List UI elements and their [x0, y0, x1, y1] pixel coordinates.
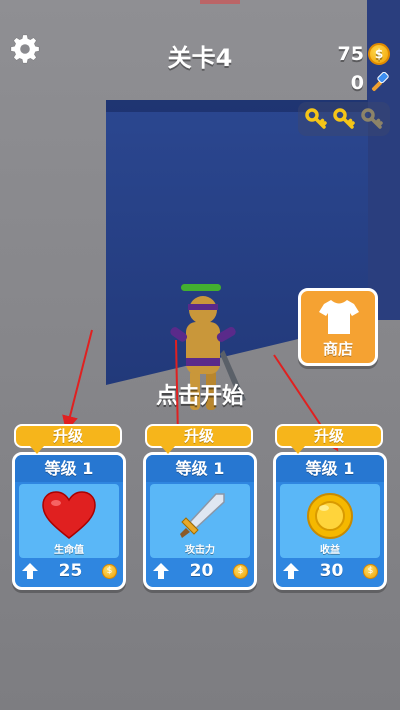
- coin-icon: [307, 493, 353, 539]
- card-cost: 25 $: [21, 559, 117, 583]
- key-empty-icon: [361, 108, 383, 129]
- card-name: 攻击力: [185, 545, 215, 556]
- up-arrow-icon: [153, 563, 169, 579]
- upgrade-card-panel[interactable]: 等级 1 生命值 25 $: [12, 452, 126, 590]
- hammer-icon: [371, 72, 389, 92]
- upgrade-card-attack[interactable]: 升级 等级 1 攻击力 20 $: [143, 424, 261, 592]
- shop-label: 商店: [322, 340, 353, 358]
- upgrade-tag[interactable]: 升级: [275, 424, 383, 454]
- hammer-count: 0: [350, 72, 364, 94]
- coin-count: 75: [337, 43, 364, 65]
- card-body: 生命值: [19, 484, 119, 558]
- wall-strip: [200, 0, 240, 4]
- coin-counter: 75 $: [338, 43, 390, 65]
- card-level: 等级 1: [15, 455, 123, 482]
- cost-value: 30: [319, 561, 344, 581]
- card-level: 等级 1: [276, 455, 384, 482]
- card-body: 攻击力: [150, 484, 250, 558]
- keys-panel: [298, 102, 390, 136]
- upgrade-card-health[interactable]: 升级 等级 1 生命值 25 $: [12, 424, 130, 592]
- coin-icon: $: [362, 563, 378, 579]
- key-icon: [333, 108, 355, 129]
- shop-button[interactable]: 商店: [298, 288, 378, 366]
- cost-value: 20: [189, 561, 214, 581]
- up-arrow-icon: [22, 563, 38, 579]
- upgrade-card-panel[interactable]: 等级 1 收益 30 $: [273, 452, 387, 590]
- up-arrow-icon: [283, 563, 299, 579]
- card-cost: 30 $: [282, 559, 378, 583]
- sword-icon: [180, 493, 225, 538]
- upgrade-card-panel[interactable]: 等级 1 攻击力 20 $: [143, 452, 257, 590]
- upgrade-tag[interactable]: 升级: [14, 424, 122, 454]
- card-name: 收益: [320, 545, 340, 556]
- shirt-icon: [319, 300, 359, 334]
- coin-icon: $: [101, 563, 117, 579]
- upgrade-card-income[interactable]: 升级 等级 1 收益 30 $: [273, 424, 391, 592]
- card-name: 生命值: [54, 545, 84, 556]
- coin-icon: $: [232, 563, 248, 579]
- coin-icon: $: [368, 43, 390, 65]
- hammer-counter: 0: [351, 72, 390, 94]
- upgrade-tag[interactable]: 升级: [145, 424, 253, 454]
- key-icon: [305, 108, 327, 129]
- card-body: 收益: [280, 484, 380, 558]
- cost-value: 25: [58, 561, 83, 581]
- card-level: 等级 1: [146, 455, 254, 482]
- card-cost: 20 $: [152, 559, 248, 583]
- heart-icon: [42, 491, 96, 539]
- tap-to-start-text[interactable]: 点击开始: [0, 378, 400, 410]
